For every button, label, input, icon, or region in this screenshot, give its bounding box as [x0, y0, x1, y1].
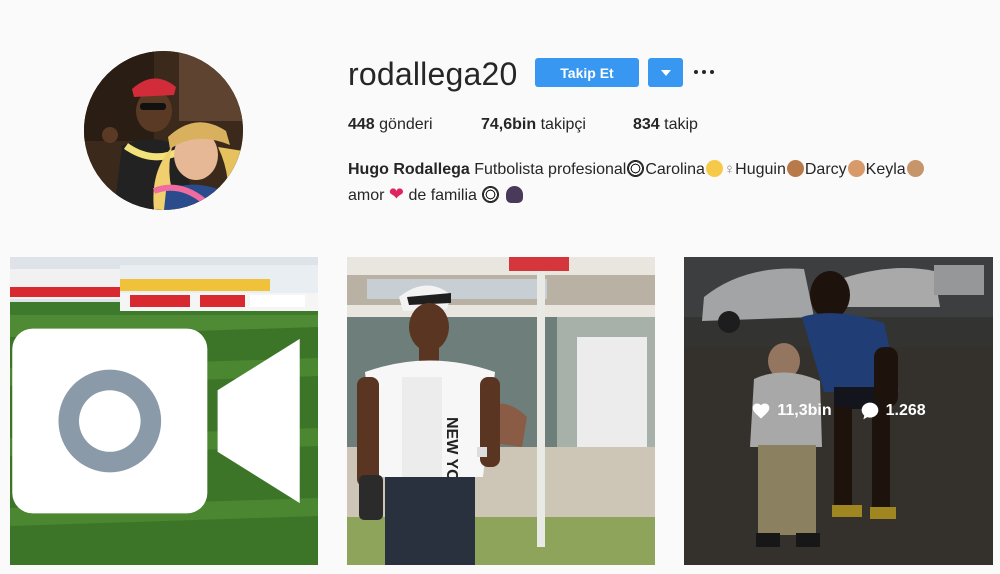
comment-bubble-icon [861, 402, 878, 420]
video-icon [12, 328, 300, 514]
followers-label: takipçi [540, 116, 586, 133]
following-count: 834 [633, 116, 660, 133]
more-dots-icon [694, 70, 698, 74]
heart-icon [753, 403, 770, 419]
post-thumbnail-2[interactable]: NEW YORK [347, 257, 655, 565]
bio-name-4: Keyla [865, 161, 906, 178]
comments-group: 1.268 [860, 401, 926, 421]
follow-button[interactable]: Takip Et [535, 58, 639, 87]
posts-count: 448 [348, 116, 375, 133]
bio-name-1: Carolina [645, 161, 705, 178]
posts-label: gönderi [379, 116, 433, 133]
profile-avatar [84, 51, 243, 210]
followers-stat[interactable]: 74,6bin takipçi [481, 116, 586, 134]
bio-name-3: Darcy [804, 161, 847, 178]
soccer-ball-icon-2 [482, 186, 500, 203]
comments-count: 1.268 [885, 402, 926, 419]
boy-emoji-icon-2 [786, 160, 804, 177]
following-stat[interactable]: 834 takip [633, 116, 698, 134]
bio-text-1: Futbolista profesional [474, 161, 627, 178]
follow-options-button[interactable] [648, 58, 683, 87]
post-thumbnail-1[interactable] [10, 257, 318, 565]
likes-group: 11,3bin [751, 401, 832, 421]
girl-emoji-icon [847, 160, 865, 177]
avatar-image [84, 51, 243, 210]
profile-bio: Hugo Rodallega Futbolista profesional Car… [348, 157, 988, 208]
profile-username: rodallega20 [348, 56, 518, 92]
person-emoji-icon [505, 186, 523, 203]
boy-emoji-icon [705, 160, 723, 177]
post-hover-overlay: 11,3bin 1.268 [684, 257, 993, 565]
bio-text-2: amor [348, 187, 385, 204]
caret-down-icon [660, 69, 671, 76]
followers-count: 74,6bin [481, 116, 537, 133]
baby-emoji-icon [906, 160, 924, 177]
following-label: takip [664, 116, 698, 133]
posts-stat: 448 gönderi [348, 116, 433, 134]
female-sign-icon: ♀ [723, 161, 736, 178]
bio-full-name: Hugo Rodallega [348, 161, 470, 178]
post-thumbnail-3[interactable]: 11,3bin 1.268 [684, 257, 993, 565]
likes-count: 11,3bin [777, 402, 832, 419]
soccer-ball-icon [627, 160, 645, 177]
more-options-button[interactable] [694, 62, 714, 82]
post-image-street-photo: NEW YORK [347, 257, 655, 565]
bio-name-2: Huguin [735, 161, 786, 178]
bio-text-3: de familia [408, 187, 477, 204]
heart-emoji-icon: ❤ [388, 184, 404, 204]
